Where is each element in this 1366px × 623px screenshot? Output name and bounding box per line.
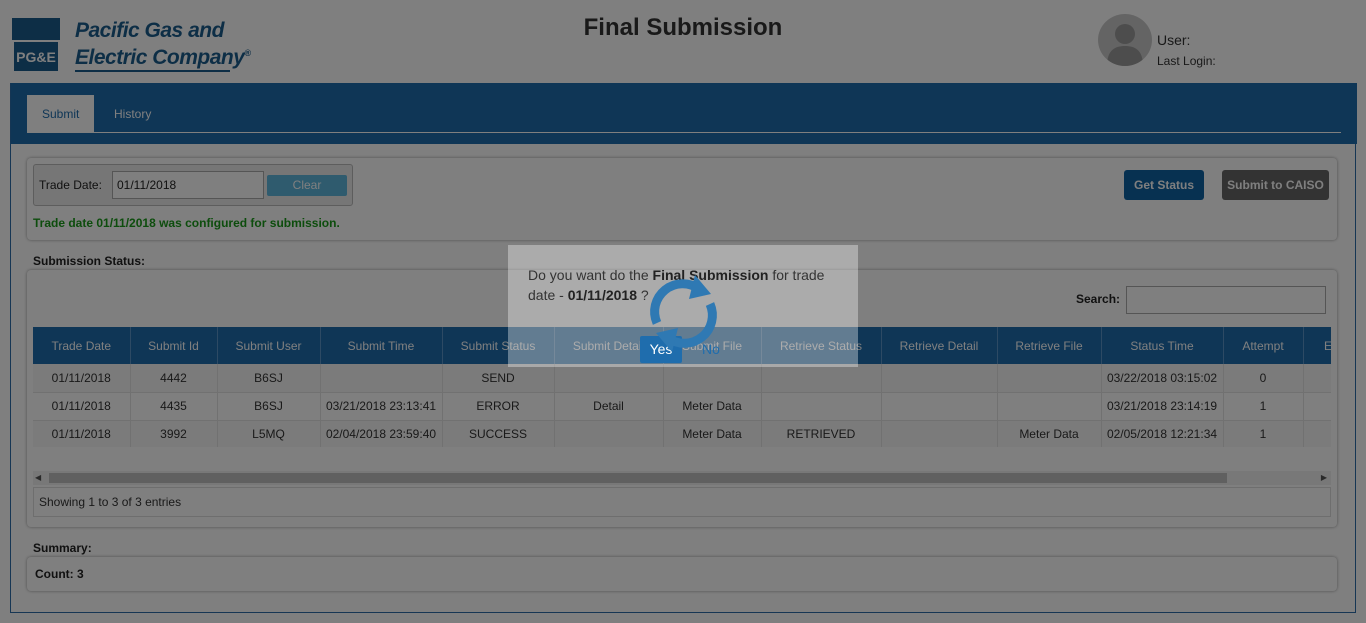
dialog-msg-date: 01/11/2018 [567,287,637,303]
refresh-spinner-icon [650,275,717,352]
dialog-msg-prefix: Do you want do the [528,267,653,283]
